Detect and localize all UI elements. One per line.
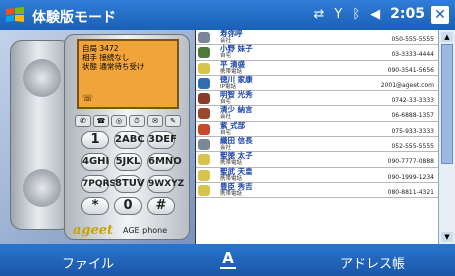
contact-category: 自宅 — [220, 129, 232, 136]
contact-number: 0742-33-3333 — [391, 97, 434, 105]
contact-row[interactable]: 豊臣 秀吉 携帯電話 080-8811-4321 — [196, 181, 438, 199]
connectivity-icon[interactable]: ⇄ — [314, 7, 325, 22]
main-content: 自局 3472 相手 接続なし 状態 通常待ち受け ☏ ✆ ☎ ◎ ⏱ ✉ ✎ … — [0, 30, 455, 244]
contact-type-icon — [198, 32, 210, 43]
title-bar: 体験版モード ⇄ Y ᛒ ◀ 2:05 ✕ — [0, 0, 455, 30]
key-8[interactable]: 8TUV — [114, 175, 145, 193]
contact-number: 090-1999-1234 — [387, 173, 434, 181]
contact-row[interactable]: 平 清盛 携帯電話 090-3541-5656 — [196, 59, 438, 76]
contact-category: 会社 — [220, 114, 232, 121]
contact-row[interactable]: 紫 式部 自宅 075-933-3333 — [196, 120, 438, 138]
contact-number: 03-3333-4444 — [391, 51, 434, 59]
address-book-menu[interactable]: アドレス帳 — [340, 253, 405, 272]
key-4[interactable]: 4GHI — [81, 153, 109, 171]
keypad: 1 2ABC 3DEF 4GHI 5JKL 6MNO 7PQRS 8TUV 9W… — [81, 131, 184, 215]
function-key[interactable]: ◎ — [111, 115, 127, 127]
microphone-icon — [23, 169, 61, 207]
function-key[interactable]: ✆ — [75, 115, 91, 127]
menu-bar: ファイル A アドレス帳 — [0, 244, 455, 276]
bluetooth-icon[interactable]: ᛒ — [352, 7, 360, 22]
contact-type-icon — [198, 154, 210, 166]
contact-type-icon — [198, 169, 210, 181]
contact-list: 寿弥呼 会社 050-555-5555 小野 妹子 自宅 03-3333-4444 平 清盛… — [195, 30, 438, 244]
contact-row[interactable]: 寿弥呼 会社 050-555-5555 — [196, 29, 438, 46]
scrollbar[interactable]: ▲ ▼ — [438, 30, 455, 244]
contact-number: 052-555-5555 — [391, 143, 434, 151]
key-3[interactable]: 3DEF — [147, 131, 177, 149]
handset[interactable] — [10, 40, 72, 230]
phone-panel: 自局 3472 相手 接続なし 状態 通常待ち受け ☏ ✆ ☎ ◎ ⏱ ✉ ✎ … — [0, 30, 245, 244]
handset-status-icon: ☏ — [82, 94, 94, 104]
input-mode-button[interactable]: A — [220, 249, 236, 269]
contact-name: 徳川 家康 — [220, 74, 253, 84]
lcd-display: 自局 3472 相手 接続なし 状態 通常待ち受け ☏ — [77, 39, 179, 109]
windows-start-icon[interactable] — [4, 5, 26, 25]
function-key[interactable]: ⏱ — [129, 115, 145, 127]
contact-type-icon — [198, 184, 210, 196]
key-1[interactable]: 1 — [81, 131, 109, 149]
phone-body: 自局 3472 相手 接続なし 状態 通常待ち受け ☏ ✆ ☎ ◎ ⏱ ✉ ✎ … — [64, 34, 245, 242]
contact-category: 携帯電話 — [220, 160, 243, 167]
contact-type-icon — [198, 139, 210, 151]
contact-name: 織田 信長 — [220, 136, 253, 146]
contact-number: 090-7777-0888 — [387, 158, 434, 166]
contact-row[interactable]: 徳川 家康 IP電話 2001@ageet.com — [196, 74, 438, 92]
key-2[interactable]: 2ABC — [114, 131, 145, 149]
key-9[interactable]: 9WXYZ — [147, 175, 184, 193]
contact-number: 080-8811-4321 — [387, 188, 434, 196]
contact-name: 寿弥呼 — [220, 29, 243, 38]
contact-number: 06-6888-1357 — [391, 112, 434, 120]
contact-category: 自宅 — [220, 53, 232, 60]
contact-type-icon — [198, 123, 210, 135]
contact-row[interactable]: 清少 納言 会社 06-6888-1357 — [196, 106, 438, 122]
lcd-line: 状態 通常待ち受け — [82, 62, 145, 71]
contact-category: IP電話 — [220, 83, 236, 90]
ageet-logo: ageet — [73, 223, 114, 238]
key-6[interactable]: 6MNO — [147, 153, 182, 171]
contact-type-icon — [198, 77, 210, 89]
contact-category: 携帯電話 — [220, 190, 243, 197]
lcd-line: 相手 接続なし — [82, 53, 130, 62]
key-star[interactable]: * — [81, 197, 109, 215]
contact-type-icon — [198, 108, 210, 120]
key-7[interactable]: 7PQRS — [81, 175, 116, 193]
brand-name: AGE phone — [123, 226, 168, 235]
contact-row[interactable]: 聖武 天皇 携帯電話 090-1999-1234 — [196, 166, 438, 183]
contact-row[interactable]: 聖徳 太子 携帯電話 090-7777-0888 — [196, 152, 438, 168]
contact-number: 075-933-3333 — [391, 127, 434, 135]
lcd-line: 自局 3472 — [82, 44, 119, 53]
function-key[interactable]: ✎ — [165, 115, 181, 127]
signal-icon[interactable]: Y — [334, 7, 342, 22]
contact-category: 携帯電話 — [220, 68, 243, 75]
contact-name: 聖武 天皇 — [220, 166, 253, 176]
scroll-down-icon[interactable]: ▼ — [441, 232, 453, 242]
close-button[interactable]: ✕ — [431, 6, 449, 24]
clock-time[interactable]: 2:05 — [390, 6, 425, 22]
contact-type-icon — [198, 47, 210, 59]
contact-name: 平 清盛 — [220, 59, 246, 69]
contact-name: 紫 式部 — [220, 120, 246, 130]
contact-row[interactable]: 小野 妹子 自宅 03-3333-4444 — [196, 45, 438, 61]
function-key[interactable]: ☎ — [93, 115, 109, 127]
speaker-icon — [23, 59, 61, 97]
scroll-up-icon[interactable]: ▲ — [441, 32, 453, 42]
contact-number: 2001@ageet.com — [380, 81, 434, 89]
key-hash[interactable]: # — [147, 197, 175, 215]
contact-name: 豊臣 秀吉 — [220, 181, 253, 191]
contact-category: 携帯電話 — [220, 175, 243, 182]
contact-number: 090-3541-5656 — [387, 66, 434, 74]
function-key-row: ✆ ☎ ◎ ⏱ ✉ ✎ — [75, 115, 181, 127]
volume-icon[interactable]: ◀ — [370, 7, 380, 22]
key-5[interactable]: 5JKL — [114, 153, 142, 171]
key-0[interactable]: 0 — [114, 197, 142, 215]
contact-number: 050-555-5555 — [391, 36, 434, 43]
contact-type-icon — [198, 62, 210, 74]
contact-type-icon — [198, 93, 210, 105]
contact-name: 明智 光秀 — [220, 90, 253, 100]
window-title: 体験版モード — [32, 10, 116, 26]
scroll-thumb[interactable] — [441, 44, 453, 164]
function-key[interactable]: ✉ — [147, 115, 163, 127]
file-menu[interactable]: ファイル — [62, 253, 114, 272]
